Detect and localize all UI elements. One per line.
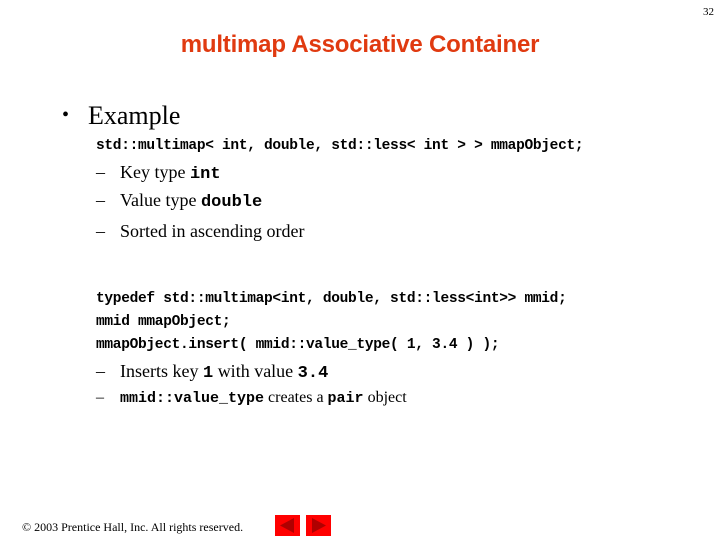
subpoint-sorted: – Sorted in ascending order (96, 221, 304, 242)
dash-icon: – (96, 162, 105, 182)
slide-title: multimap Associative Container (180, 31, 540, 58)
subpoint-inserts-key: – Inserts key 1 with value 3.4 (96, 361, 328, 383)
code-line: typedef std::multimap<int, double, std::… (96, 291, 567, 307)
subpoint-text: Value type (120, 190, 201, 210)
next-slide-button[interactable] (306, 515, 331, 536)
subpoint-code: int (189, 165, 221, 184)
subpoint-code: 1 (202, 364, 214, 383)
triangle-right-icon (312, 518, 326, 533)
subpoint-code: 3.4 (297, 364, 329, 383)
subpoint-text: Key type (120, 162, 190, 182)
dash-icon: – (96, 389, 104, 406)
subpoint-code: double (200, 193, 263, 212)
page-number: 32 (703, 6, 714, 18)
code-line: std::multimap< int, double, std::less< i… (96, 138, 584, 154)
bullet-icon: • (62, 104, 70, 126)
dash-icon: – (96, 221, 105, 241)
subpoint-text: Inserts key (120, 361, 203, 381)
dash-icon: – (96, 190, 105, 210)
subpoint-text: object (363, 389, 407, 406)
subpoint-code: mmid::value_type (120, 390, 265, 407)
subpoint-value-type-pair: – mmid::value_type creates a pair object (96, 389, 407, 407)
bullet-text: Example (88, 101, 181, 130)
code-line: mmapObject.insert( mmid::value_type( 1, … (96, 337, 500, 353)
code-line: mmid mmapObject; (96, 314, 231, 330)
subpoint-text: with value (213, 361, 298, 381)
subpoint-text: Sorted in ascending order (120, 221, 305, 241)
previous-slide-button[interactable] (275, 515, 300, 536)
subpoint-text: creates a (264, 389, 328, 406)
bullet-example: • Example (62, 101, 180, 131)
subpoint-key-type: – Key type int (96, 162, 221, 184)
subpoint-code: pair (327, 390, 364, 407)
subpoint-value-type: – Value type double (96, 190, 262, 212)
copyright-footer: © 2003 Prentice Hall, Inc. All rights re… (22, 520, 244, 534)
dash-icon: – (96, 361, 105, 381)
triangle-left-icon (280, 518, 294, 533)
